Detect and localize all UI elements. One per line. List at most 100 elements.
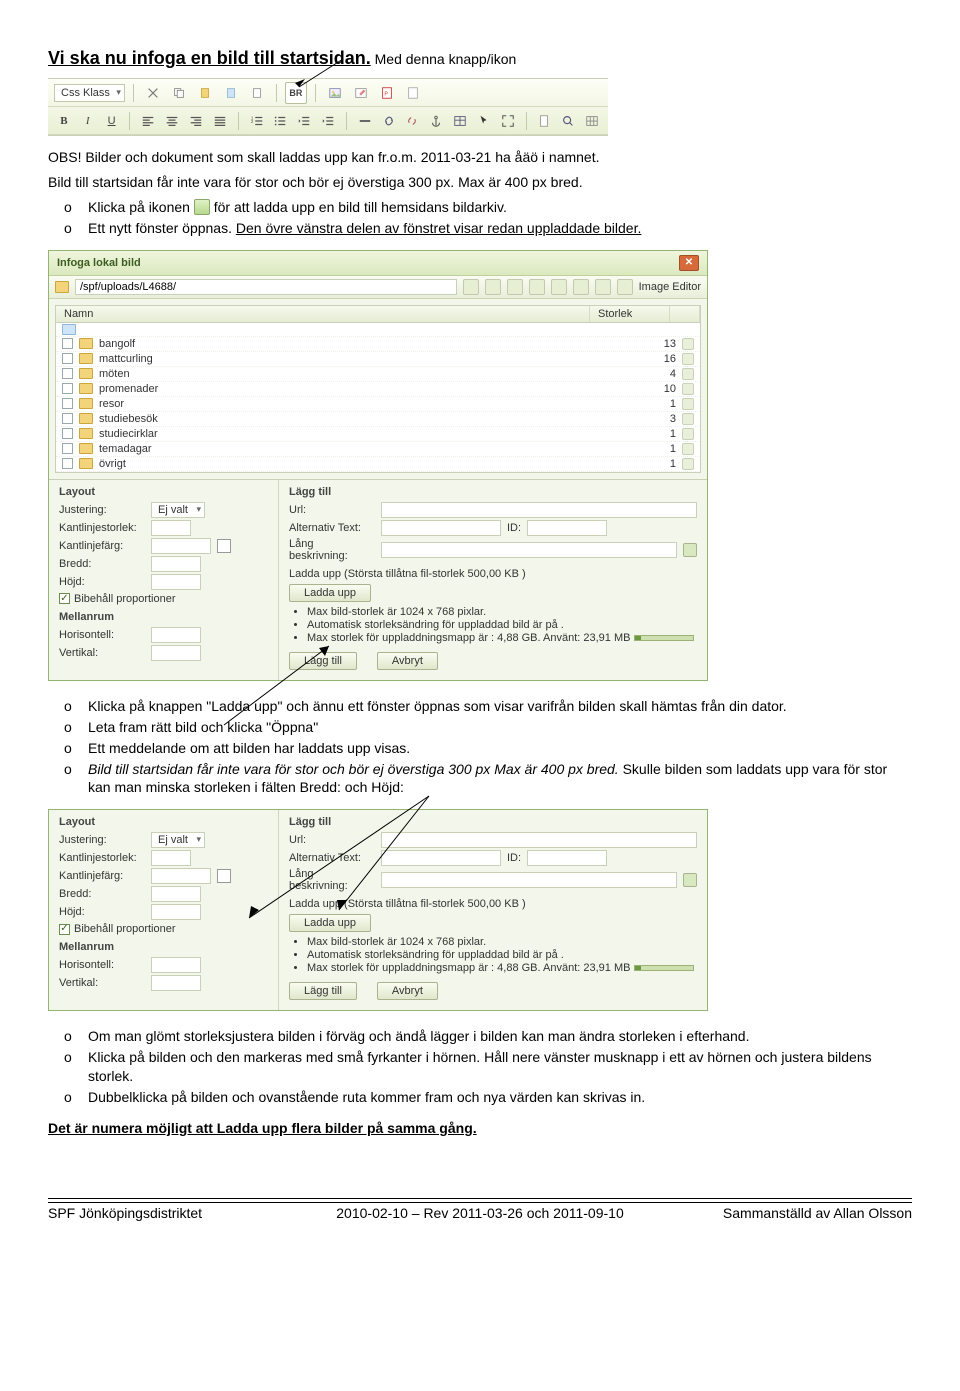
file-row[interactable]: möten4 [56,367,700,382]
cursor-icon[interactable] [474,110,494,132]
file-row[interactable]: temadagar1 [56,442,700,457]
anchor-icon[interactable] [426,110,446,132]
copy-icon[interactable] [168,82,190,104]
underline-button[interactable]: U [102,110,122,132]
browse-icon[interactable] [683,543,697,557]
edit-icon[interactable] [682,383,694,395]
cut-icon[interactable] [142,82,164,104]
proportion-checkbox2[interactable] [59,924,70,935]
col-size[interactable]: Storlek [590,306,670,322]
file-row[interactable]: promenader10 [56,382,700,397]
nav-icon[interactable] [485,279,501,295]
kantfarg-input[interactable] [151,538,211,554]
horis-input[interactable] [151,627,201,643]
nav-icon[interactable] [595,279,611,295]
row-checkbox[interactable] [62,413,73,424]
nav-icon[interactable] [551,279,567,295]
ladda-upp-button[interactable]: Ladda upp [289,584,371,602]
col-name[interactable]: Namn [56,306,590,322]
list-ul-icon[interactable] [270,110,290,132]
outdent-icon[interactable] [294,110,314,132]
edit-icon[interactable] [682,353,694,365]
lagg-till-button2[interactable]: Lägg till [289,982,357,1000]
row-checkbox[interactable] [62,458,73,469]
align-right-icon[interactable] [186,110,206,132]
align-justify-icon[interactable] [210,110,230,132]
path-input[interactable] [75,279,457,295]
id-input[interactable] [527,520,607,536]
nav-icon[interactable] [573,279,589,295]
bredd-input2[interactable] [151,886,201,902]
table2-icon[interactable] [582,110,602,132]
hr-icon[interactable] [355,110,375,132]
edit-icon[interactable] [682,443,694,455]
lagg-till-button[interactable]: Lägg till [289,652,357,670]
pdf-icon[interactable]: P [376,82,398,104]
justering-select2[interactable]: Ej valt [151,832,205,848]
css-class-dropdown[interactable]: Css Klass [54,84,125,102]
row-checkbox[interactable] [62,338,73,349]
kantstorlek-input2[interactable] [151,850,191,866]
row-checkbox[interactable] [62,383,73,394]
link-icon[interactable] [379,110,399,132]
bredd-input[interactable] [151,556,201,572]
paste-word-icon[interactable] [220,82,242,104]
avbryt-button[interactable]: Avbryt [377,652,438,670]
avbryt-button2[interactable]: Avbryt [377,982,438,1000]
list-ol-icon[interactable]: 12 [247,110,267,132]
justering-select[interactable]: Ej valt [151,502,205,518]
alt-input2[interactable] [381,850,501,866]
edit-icon[interactable] [682,398,694,410]
lang-input2[interactable] [381,872,677,888]
browse-icon2[interactable] [683,873,697,887]
nav-icon[interactable] [507,279,523,295]
nav-icon[interactable] [617,279,633,295]
file-row[interactable]: övrigt1 [56,457,700,472]
align-left-icon[interactable] [138,110,158,132]
edit-icon[interactable] [682,368,694,380]
row-checkbox[interactable] [62,443,73,454]
doc-icon[interactable] [402,82,424,104]
find-icon[interactable] [558,110,578,132]
close-icon[interactable]: ✕ [679,255,699,271]
row-checkbox[interactable] [62,353,73,364]
file-row[interactable]: resor1 [56,397,700,412]
edit-icon[interactable] [682,413,694,425]
edit-image-icon[interactable] [350,82,372,104]
nav-icon[interactable] [529,279,545,295]
edit-icon[interactable] [682,338,694,350]
vert-input2[interactable] [151,975,201,991]
nav-icon[interactable] [463,279,479,295]
row-checkbox[interactable] [62,398,73,409]
image-editor-link[interactable]: Image Editor [639,281,701,293]
kantfarg-input2[interactable] [151,868,211,884]
row-checkbox[interactable] [62,428,73,439]
id-input2[interactable] [527,850,607,866]
table-icon[interactable] [450,110,470,132]
ladda-upp-button2[interactable]: Ladda upp [289,914,371,932]
bold-button[interactable]: B [54,110,74,132]
row-checkbox[interactable] [62,368,73,379]
hojd-input[interactable] [151,574,201,590]
unlink-icon[interactable] [402,110,422,132]
edit-icon[interactable] [682,458,694,470]
hojd-input2[interactable] [151,904,201,920]
url-input[interactable] [381,502,697,518]
indent-icon[interactable] [318,110,338,132]
url-input2[interactable] [381,832,697,848]
align-center-icon[interactable] [162,110,182,132]
file-row[interactable]: bangolf13 [56,337,700,352]
file-row[interactable]: studiebesök3 [56,412,700,427]
alt-input[interactable] [381,520,501,536]
kantstorlek-input[interactable] [151,520,191,536]
folder-up-row[interactable] [56,323,700,337]
paste-plain-icon[interactable] [246,82,268,104]
horis-input2[interactable] [151,957,201,973]
proportion-checkbox[interactable] [59,593,70,604]
file-row[interactable]: studiecirklar1 [56,427,700,442]
paste-icon[interactable] [194,82,216,104]
fullscreen-icon[interactable] [498,110,518,132]
lang-input[interactable] [381,542,677,558]
edit-icon[interactable] [682,428,694,440]
file-row[interactable]: mattcurling16 [56,352,700,367]
